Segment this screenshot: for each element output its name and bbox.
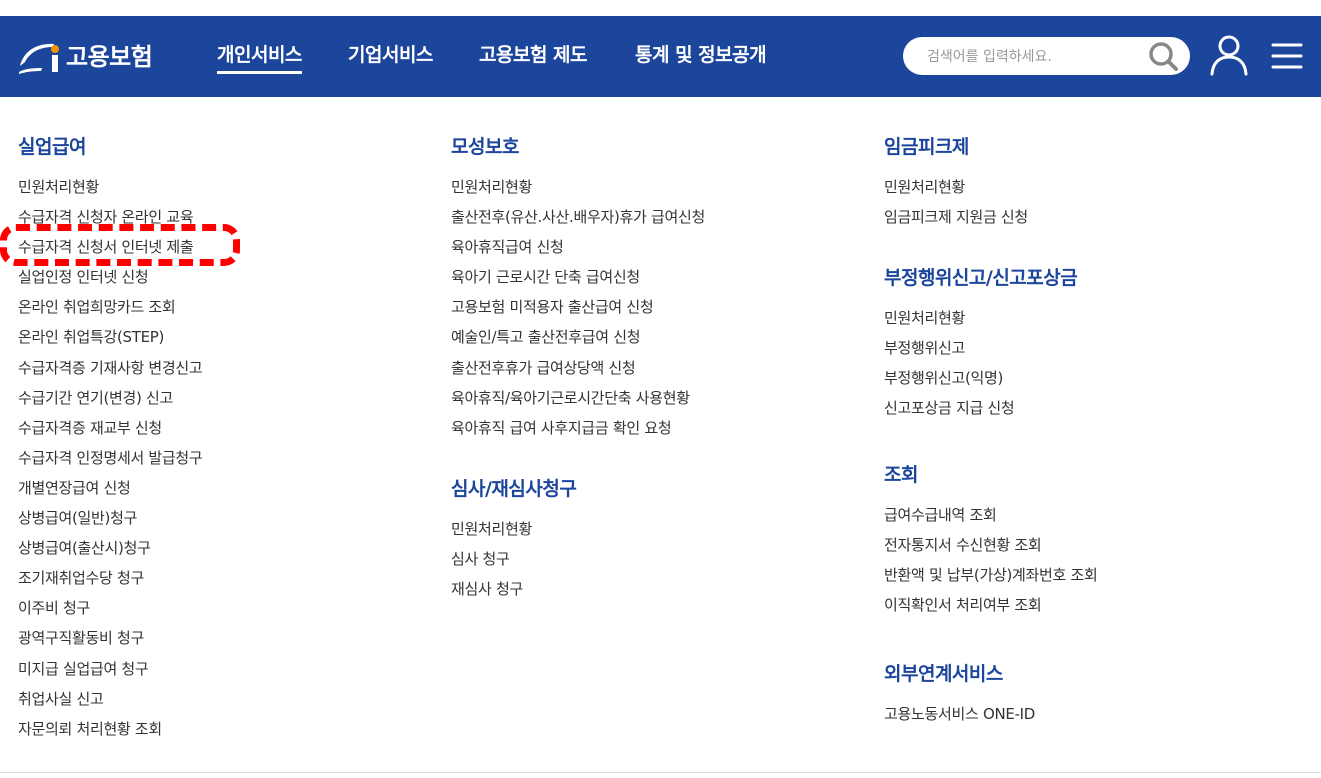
menu-link[interactable]: 전자통지서 수신현황 조회 (884, 530, 1098, 560)
menu-link[interactable]: 미지급 실업급여 청구 (18, 654, 202, 684)
logo-text: 고용보험 (66, 43, 153, 71)
menu-link[interactable]: 상병급여(출산시)청구 (18, 533, 202, 563)
nav-insurance-system[interactable]: 고용보험 제도 (479, 41, 588, 69)
menu-link[interactable]: 고용보험 미적용자 출산급여 신청 (451, 292, 705, 322)
section-title-maternity[interactable]: 모성보호 (451, 131, 705, 163)
section-title-wage-peak[interactable]: 임금피크제 (884, 131, 1098, 163)
menu-link[interactable]: 수급자격 신청자 온라인 교육 (18, 202, 202, 232)
menu-link[interactable]: 민원처리현황 (451, 514, 705, 544)
nav-business-services[interactable]: 기업서비스 (348, 41, 433, 69)
menu-link[interactable]: 수급기간 연기(변경) 신고 (18, 383, 202, 413)
section-title-external[interactable]: 외부연계서비스 (884, 658, 1098, 690)
menu-column-1: 실업급여 민원처리현황 수급자격 신청자 온라인 교육 수급자격 신청서 인터넷… (18, 131, 203, 744)
search-box (903, 37, 1190, 75)
menu-link[interactable]: 심사 청구 (451, 544, 705, 574)
menu-link[interactable]: 고용노동서비스 ONE-ID (884, 699, 1098, 729)
section-title-fraud-report[interactable]: 부정행위신고/신고포상금 (884, 262, 1098, 294)
hamburger-menu-icon[interactable] (1271, 42, 1303, 70)
menu-link[interactable]: 신고포상금 지급 신청 (884, 393, 1098, 423)
review-links: 민원처리현황 심사 청구 재심사 청구 (451, 514, 705, 604)
menu-link[interactable]: 실업인정 인터넷 신청 (18, 262, 202, 292)
menu-link[interactable]: 출산전후휴가 급여상당액 신청 (451, 353, 705, 383)
menu-link[interactable]: 재심사 청구 (451, 574, 705, 604)
section-title-review[interactable]: 심사/재심사청구 (451, 473, 705, 505)
menu-link[interactable]: 민원처리현황 (451, 172, 705, 202)
site-header: 고용보험 개인서비스 기업서비스 고용보험 제도 통계 및 정보공개 (0, 16, 1321, 97)
menu-link[interactable]: 육아휴직 급여 사후지급금 확인 요청 (451, 413, 705, 443)
menu-link[interactable]: 민원처리현황 (884, 303, 1098, 333)
menu-link[interactable]: 반환액 및 납부(가상)계좌번호 조회 (884, 560, 1098, 590)
menu-link[interactable]: 출산전후(유산.사산.배우자)휴가 급여신청 (451, 202, 705, 232)
menu-link[interactable]: 부정행위신고(익명) (884, 363, 1098, 393)
bottom-divider (0, 772, 1321, 773)
menu-link[interactable]: 수급자격 인정명세서 발급청구 (18, 443, 203, 473)
search-input[interactable] (925, 45, 1144, 69)
menu-link[interactable]: 육아휴직/육아기근로시간단축 사용현황 (451, 383, 705, 413)
menu-link[interactable]: 자문의뢰 처리현황 조회 (18, 714, 202, 744)
menu-link[interactable]: 취업사실 신고 (18, 684, 202, 714)
fraud-report-links: 민원처리현황 부정행위신고 부정행위신고(익명) 신고포상금 지급 신청 (884, 303, 1098, 423)
search-icon[interactable] (1148, 41, 1180, 73)
menu-link[interactable]: 예술인/특고 출산전후급여 신청 (451, 322, 705, 352)
inquiry-links: 급여수급내역 조회 전자통지서 수신현황 조회 반환액 및 납부(가상)계좌번호… (884, 500, 1098, 620)
menu-link[interactable]: 육아기 근로시간 단축 급여신청 (451, 262, 705, 292)
menu-link[interactable]: 수급자격증 재교부 신청 (18, 413, 202, 443)
menu-link[interactable]: 임금피크제 지원금 신청 (884, 202, 1098, 232)
menu-link[interactable]: 상병급여(일반)청구 (18, 503, 202, 533)
section-fraud-report: 부정행위신고/신고포상금 민원처리현황 부정행위신고 부정행위신고(익명) 신고… (884, 262, 1098, 423)
menu-link[interactable]: 육아휴직급여 신청 (451, 232, 705, 262)
section-unemployment: 실업급여 민원처리현황 수급자격 신청자 온라인 교육 수급자격 신청서 인터넷… (18, 131, 203, 744)
section-maternity: 모성보호 민원처리현황 출산전후(유산.사산.배우자)휴가 급여신청 육아휴직급… (451, 131, 705, 443)
menu-link-highlighted[interactable]: 수급자격 신청서 인터넷 제출 (18, 232, 202, 262)
menu-link[interactable]: 온라인 취업특강(STEP) (18, 322, 202, 352)
menu-link[interactable]: 조기재취업수당 청구 (18, 563, 202, 593)
menu-link[interactable]: 민원처리현황 (18, 172, 202, 202)
section-title-inquiry[interactable]: 조회 (884, 459, 1098, 491)
user-icon[interactable] (1208, 34, 1250, 76)
section-review: 심사/재심사청구 민원처리현황 심사 청구 재심사 청구 (451, 473, 705, 604)
menu-link[interactable]: 온라인 취업희망카드 조회 (18, 292, 202, 322)
unemployment-links: 민원처리현황 수급자격 신청자 온라인 교육 수급자격 신청서 인터넷 제출 실… (18, 172, 203, 744)
menu-column-3: 임금피크제 민원처리현황 임금피크제 지원금 신청 부정행위신고/신고포상금 민… (884, 131, 1098, 729)
nav-statistics-info[interactable]: 통계 및 정보공개 (635, 41, 767, 69)
menu-link[interactable]: 부정행위신고 (884, 333, 1098, 363)
wage-peak-links: 민원처리현황 임금피크제 지원금 신청 (884, 172, 1098, 232)
nav-personal-services[interactable]: 개인서비스 (217, 41, 302, 74)
menu-column-2: 모성보호 민원처리현황 출산전후(유산.사산.배우자)휴가 급여신청 육아휴직급… (451, 131, 705, 604)
menu-link[interactable]: 수급자격증 기재사항 변경신고 (18, 353, 203, 383)
menu-link[interactable]: 민원처리현황 (884, 172, 1098, 202)
external-links: 고용노동서비스 ONE-ID (884, 699, 1098, 729)
menu-link[interactable]: 급여수급내역 조회 (884, 500, 1098, 530)
section-external: 외부연계서비스 고용노동서비스 ONE-ID (884, 658, 1098, 729)
menu-link[interactable]: 이주비 청구 (18, 593, 202, 623)
menu-link[interactable]: 이직확인서 처리여부 조회 (884, 590, 1098, 620)
menu-link[interactable]: 광역구직활동비 청구 (18, 623, 202, 653)
section-inquiry: 조회 급여수급내역 조회 전자통지서 수신현황 조회 반환액 및 납부(가상)계… (884, 459, 1098, 620)
logo-mark-icon (19, 43, 59, 74)
section-title-unemployment[interactable]: 실업급여 (18, 131, 202, 163)
section-wage-peak: 임금피크제 민원처리현황 임금피크제 지원금 신청 (884, 131, 1098, 232)
menu-link[interactable]: 개별연장급여 신청 (18, 473, 202, 503)
maternity-links: 민원처리현황 출산전후(유산.사산.배우자)휴가 급여신청 육아휴직급여 신청 … (451, 172, 705, 443)
